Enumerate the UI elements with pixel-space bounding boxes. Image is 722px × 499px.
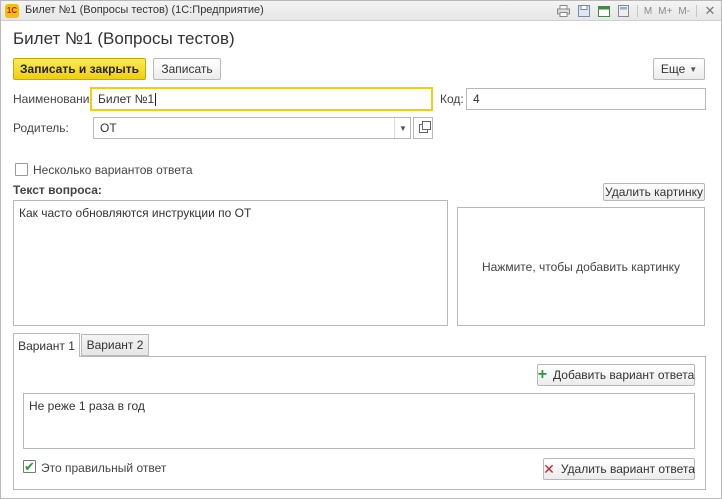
save-button[interactable]: Записать <box>153 58 221 80</box>
tab-variant-2[interactable]: Вариант 2 <box>81 334 149 356</box>
title-bar-separator <box>696 5 697 17</box>
delete-picture-button[interactable]: Удалить картинку <box>603 183 705 201</box>
title-bar: 1C Билет №1 (Вопросы тестов) (1С:Предпри… <box>1 1 721 21</box>
more-button-label: Еще <box>660 62 686 76</box>
name-input-value: Билет №1 <box>98 92 155 106</box>
print-icon[interactable] <box>557 4 571 18</box>
window-title: Билет №1 (Вопросы тестов) (1С:Предприяти… <box>25 4 264 16</box>
more-button[interactable]: Еще ▼ <box>653 58 705 80</box>
correct-answer-checkbox[interactable]: ✔ <box>23 460 36 473</box>
plus-icon: + <box>537 366 548 383</box>
code-label: Код: <box>440 92 464 106</box>
page-title: Билет №1 (Вопросы тестов) <box>13 29 235 48</box>
parent-input[interactable]: ОТ <box>93 117 411 139</box>
multiple-answers-label[interactable]: Несколько вариантов ответа <box>33 163 193 177</box>
multiple-answers-checkbox[interactable] <box>15 163 28 176</box>
checkmark-icon: ✔ <box>24 459 35 474</box>
title-bar-separator <box>636 5 638 17</box>
save-and-close-button[interactable]: Записать и закрыть <box>13 58 146 80</box>
title-bar-tools: M M+ M- ✕ <box>557 3 717 19</box>
parent-label: Родитель: <box>13 121 69 135</box>
memory-plus-button[interactable]: M+ <box>658 6 672 17</box>
memory-m-button[interactable]: M <box>644 6 652 17</box>
delete-answer-button[interactable]: ✕ Удалить вариант ответа <box>543 458 695 480</box>
chevron-down-icon: ▼ <box>689 64 698 74</box>
picture-area[interactable]: Нажмите, чтобы добавить картинку <box>457 207 705 326</box>
save-icon[interactable] <box>577 4 591 18</box>
app-logo-icon: 1C <box>5 4 19 18</box>
add-answer-label: Добавить вариант ответа <box>553 368 695 382</box>
delete-answer-label: Удалить вариант ответа <box>560 462 695 476</box>
answer-text-value: Не реже 1 раза в год <box>29 399 145 413</box>
code-input[interactable]: 4 <box>466 88 706 110</box>
open-window-icon <box>418 120 431 133</box>
tab-variant-1[interactable]: Вариант 1 <box>13 333 80 357</box>
question-text-value: Как часто обновляются инструкции по ОТ <box>19 206 252 220</box>
delete-icon: ✕ <box>543 461 555 477</box>
add-answer-button[interactable]: + Добавить вариант ответа <box>537 364 695 386</box>
calendar-icon[interactable] <box>597 4 611 18</box>
calculator-icon[interactable] <box>617 4 631 18</box>
correct-answer-label[interactable]: Это правильный ответ <box>41 461 166 475</box>
question-text-label: Текст вопроса: <box>13 183 102 197</box>
parent-open-button[interactable] <box>413 117 433 139</box>
question-textarea[interactable]: Как часто обновляются инструкции по ОТ <box>13 200 448 326</box>
memory-minus-button[interactable]: M- <box>678 6 690 17</box>
picture-placeholder: Нажмите, чтобы добавить картинку <box>481 259 681 274</box>
code-input-value: 4 <box>473 92 480 106</box>
parent-dropdown-button[interactable]: ▼ <box>394 118 411 138</box>
name-label: Наименование: <box>13 92 100 106</box>
close-icon[interactable]: ✕ <box>703 3 717 19</box>
name-input[interactable]: Билет №1 <box>90 87 433 111</box>
chevron-down-icon: ▼ <box>399 123 407 133</box>
text-cursor <box>155 92 157 106</box>
parent-input-value: ОТ <box>100 121 117 135</box>
form-window: 1C Билет №1 (Вопросы тестов) (1С:Предпри… <box>0 0 722 499</box>
answer-textarea[interactable]: Не реже 1 раза в год <box>23 393 695 449</box>
